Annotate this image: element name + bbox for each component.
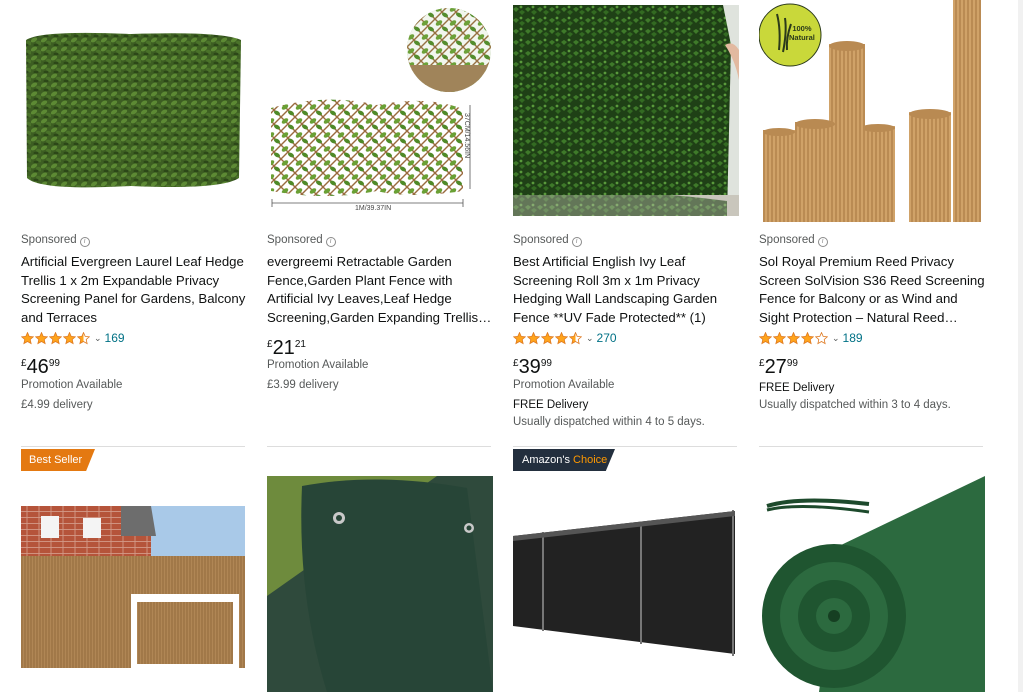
- star-icon: [21, 331, 34, 344]
- product-price[interactable]: £ 46 99: [21, 356, 60, 378]
- chevron-down-icon[interactable]: ⌄: [586, 333, 594, 344]
- product-title[interactable]: Artificial Evergreen Laurel Leaf Hedge T…: [21, 253, 247, 327]
- info-icon[interactable]: i: [79, 237, 90, 247]
- sponsored-label: Sponsored i: [267, 234, 336, 247]
- price-whole: 21: [272, 337, 295, 359]
- star-icon: [815, 331, 828, 344]
- rating-count[interactable]: 189: [843, 331, 863, 345]
- product-image-laurel-hedge[interactable]: [21, 28, 245, 193]
- promotion-text: Promotion Available: [513, 379, 615, 391]
- sponsored-label: Sponsored i: [513, 234, 582, 247]
- product-image-reed-fence-house[interactable]: [21, 506, 245, 668]
- badge-natural: Natural: [789, 33, 815, 42]
- sponsored-label: Sponsored i: [21, 234, 90, 247]
- delivery-text: £4.99 delivery: [21, 399, 93, 411]
- price-fraction: 99: [786, 358, 798, 369]
- product-rating[interactable]: ⌄ 270: [513, 331, 617, 345]
- product-image-ivy-roll[interactable]: [513, 5, 739, 216]
- sponsored-text: Sponsored: [513, 234, 569, 246]
- delivery-text: £3.99 delivery: [267, 379, 339, 391]
- star-icon: [35, 331, 48, 344]
- promotion-text: Promotion Available: [21, 379, 123, 391]
- price-fraction: 99: [540, 358, 552, 369]
- row-divider: [513, 446, 737, 447]
- star-icon: [773, 331, 786, 344]
- image-dimension-height: 37CM/14.56IN: [463, 113, 470, 159]
- product-title[interactable]: evergreemi Retractable Garden Fence,Gard…: [267, 253, 493, 327]
- product-image-green-windbreak[interactable]: [267, 476, 493, 692]
- best-seller-badge: Best Seller: [21, 449, 95, 471]
- product-image-green-shade-roll[interactable]: [759, 476, 985, 692]
- info-icon[interactable]: i: [817, 237, 828, 247]
- page-scrollbar[interactable]: [1018, 0, 1023, 692]
- choice-text: Choice: [573, 454, 608, 466]
- info-icon[interactable]: i: [571, 237, 582, 247]
- image-dimension-width: 1M/39.37IN: [355, 205, 392, 212]
- star-icon: [801, 331, 814, 344]
- sponsored-text: Sponsored: [21, 234, 77, 246]
- badge-percent: 100%: [792, 24, 812, 33]
- amazons-text: Amazon's: [522, 454, 570, 466]
- star-rating: [513, 331, 583, 345]
- star-icon: [527, 331, 540, 344]
- star-icon: [541, 331, 554, 344]
- delivery-text: FREE Delivery: [759, 382, 835, 394]
- dispatch-text: Usually dispatched within 3 to 4 days.: [759, 399, 951, 411]
- product-title[interactable]: Best Artificial English Ivy Leaf Screeni…: [513, 253, 739, 327]
- sponsored-text: Sponsored: [267, 234, 323, 246]
- natural-badge: 100% Natural: [789, 24, 815, 42]
- product-price[interactable]: £ 21 21: [267, 337, 306, 359]
- rating-count[interactable]: 169: [105, 331, 125, 345]
- star-icon: [513, 331, 526, 344]
- row-divider: [759, 446, 983, 447]
- star-icon: [77, 331, 90, 344]
- rating-count[interactable]: 270: [597, 331, 617, 345]
- product-image-black-privacy-screen[interactable]: [513, 506, 739, 668]
- row-divider: [267, 446, 491, 447]
- chevron-down-icon[interactable]: ⌄: [832, 333, 840, 344]
- price-fraction: 99: [48, 358, 60, 369]
- product-image-retractable-fence[interactable]: 37CM/14.56IN 1M/39.37IN: [267, 5, 493, 220]
- star-rating: [759, 331, 829, 345]
- product-rating[interactable]: ⌄ 189: [759, 331, 863, 345]
- price-whole: 27: [764, 356, 787, 378]
- product-rating[interactable]: ⌄ 169: [21, 331, 125, 345]
- product-price[interactable]: £ 27 99: [759, 356, 798, 378]
- star-icon: [555, 331, 568, 344]
- product-image-reed-screen[interactable]: 100% Natural: [759, 0, 985, 222]
- star-icon: [787, 331, 800, 344]
- promotion-text: Promotion Available: [267, 359, 369, 371]
- info-icon[interactable]: i: [325, 237, 336, 247]
- star-icon: [63, 331, 76, 344]
- chevron-down-icon[interactable]: ⌄: [94, 333, 102, 344]
- star-icon: [569, 331, 582, 344]
- product-price[interactable]: £ 39 99: [513, 356, 552, 378]
- price-whole: 39: [518, 356, 541, 378]
- star-rating: [21, 331, 91, 345]
- product-title[interactable]: Sol Royal Premium Reed Privacy Screen So…: [759, 253, 985, 327]
- amazons-choice-badge: Amazon's Choice: [513, 449, 615, 471]
- sponsored-text: Sponsored: [759, 234, 815, 246]
- sponsored-label: Sponsored i: [759, 234, 828, 247]
- price-whole: 46: [26, 356, 49, 378]
- row-divider: [21, 446, 245, 447]
- dispatch-text: Usually dispatched within 4 to 5 days.: [513, 416, 705, 428]
- star-icon: [49, 331, 62, 344]
- price-fraction: 21: [294, 339, 306, 350]
- delivery-text: FREE Delivery: [513, 399, 589, 411]
- star-icon: [759, 331, 772, 344]
